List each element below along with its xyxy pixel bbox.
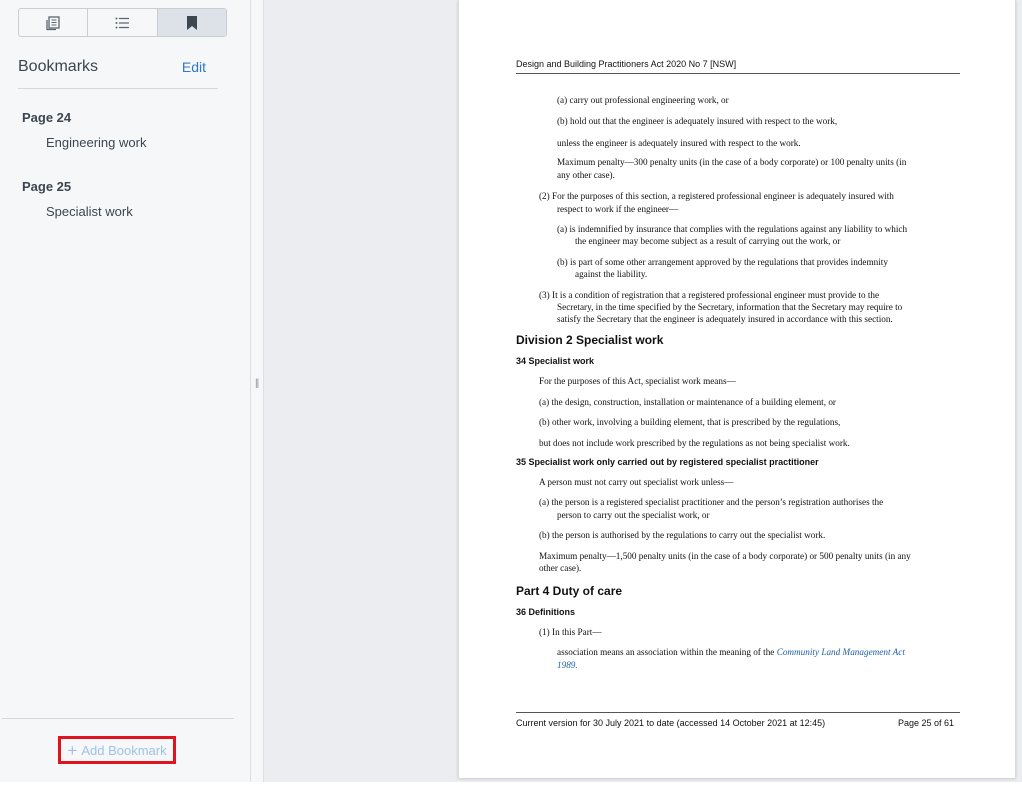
subsection-text: satisfy the Secretary that the engineer …	[557, 314, 893, 325]
subsection-text: Secretary, in the time specified by the …	[557, 302, 903, 313]
document-body: (a) carry out professional engineering w…	[516, 94, 960, 671]
section-text: but does not include work prescribed by …	[539, 437, 850, 448]
clause-text: (b) other work, involving a building ele…	[539, 417, 841, 428]
tab-thumbnails[interactable]	[19, 9, 89, 36]
clause-text: (a) carry out professional engineering w…	[557, 95, 729, 105]
penalty-text: Maximum penalty—1,500 penalty units (in …	[539, 550, 911, 561]
document-page: Design and Building Practitioners Act 20…	[458, 0, 1016, 778]
drag-handle-icon: ||	[255, 378, 259, 389]
bookmark-page-label[interactable]: Page 25	[22, 179, 133, 194]
subsection-text: (1) In this Part—	[539, 626, 602, 637]
definition-body: association means an association within …	[557, 647, 775, 658]
clause-text: (a) the person is a registered specialis…	[539, 497, 884, 508]
bookmark-icon	[186, 15, 197, 30]
document-footer: Current version for 30 July 2021 to date…	[516, 712, 960, 728]
sidebar-tabs	[18, 8, 227, 37]
clause-text: (a) the design, construction, installati…	[539, 396, 836, 407]
clause-text: (a) is indemnified by insurance that com…	[557, 223, 908, 234]
clause-text: person to carry out the specialist work,…	[557, 509, 710, 520]
panel-resize-handle[interactable]: ||	[251, 0, 264, 782]
subsection-text: respect to work if the engineer—	[557, 203, 679, 214]
document-viewer[interactable]: Design and Building Practitioners Act 20…	[264, 0, 1022, 782]
bookmark-group: Page 24 Engineering work	[22, 110, 146, 150]
section-text: For the purposes of this Act, specialist…	[539, 376, 736, 387]
section-text: A person must not carry out specialist w…	[539, 477, 734, 488]
definition-text: association means an association within …	[557, 646, 960, 658]
bookmark-page-label[interactable]: Page 24	[22, 110, 146, 125]
bookmark-item-engineering-work[interactable]: Engineering work	[46, 135, 146, 150]
section-heading: 36 Definitions	[516, 606, 576, 617]
version-info: Current version for 30 July 2021 to date…	[516, 718, 826, 728]
subsection-text: (2) For the purposes of this section, a …	[539, 191, 894, 202]
penalty-text: other case).	[539, 563, 582, 574]
clause-text: against the liability.	[575, 269, 648, 280]
tab-outline[interactable]	[88, 9, 158, 36]
tab-bookmarks[interactable]	[157, 9, 226, 36]
subsection-text: (3) It is a condition of registration th…	[539, 289, 880, 300]
bookmark-group: Page 25 Specialist work	[22, 179, 133, 219]
clause-text: (b) the person is authorised by the regu…	[539, 530, 826, 541]
page-number: Page 25 of 61	[897, 718, 954, 728]
list-icon	[115, 17, 130, 28]
bookmark-item-specialist-work[interactable]: Specialist work	[46, 204, 133, 219]
bookmarks-sidebar: Bookmarks Edit Page 24 Engineering work …	[0, 0, 251, 782]
act-link-year[interactable]: 1989.	[557, 660, 578, 670]
part-heading: Part 4 Duty of care	[516, 583, 623, 598]
penalty-text: Maximum penalty—300 penalty units (in th…	[557, 157, 907, 168]
section-heading: 35 Specialist work only carried out by r…	[516, 456, 819, 467]
clause-text: (b) hold out that the engineer is adequa…	[557, 116, 838, 127]
add-bookmark-button[interactable]: + Add Bookmark	[58, 736, 176, 764]
document-header: Design and Building Practitioners Act 20…	[516, 59, 960, 74]
clause-text: unless the engineer is adequately insure…	[557, 137, 801, 148]
clause-text: (b) is part of some other arrangement ap…	[557, 256, 888, 267]
thumbnails-icon	[46, 15, 60, 30]
definition-text: 1989.	[557, 659, 960, 671]
bookmarks-title: Bookmarks	[18, 58, 99, 75]
act-link[interactable]: Community Land Management Act	[777, 647, 905, 657]
add-bookmark-label: Add Bookmark	[81, 742, 167, 758]
plus-icon: +	[67, 740, 78, 760]
section-heading: 34 Specialist work	[516, 356, 595, 367]
penalty-text: any other case).	[557, 169, 615, 180]
edit-bookmarks-button[interactable]: Edit	[182, 59, 206, 75]
bookmarks-header: Bookmarks Edit	[18, 58, 218, 89]
division-heading: Division 2 Specialist work	[516, 332, 664, 347]
sidebar-footer-divider	[2, 718, 234, 719]
clause-text: the engineer may become subject as a res…	[575, 236, 841, 247]
